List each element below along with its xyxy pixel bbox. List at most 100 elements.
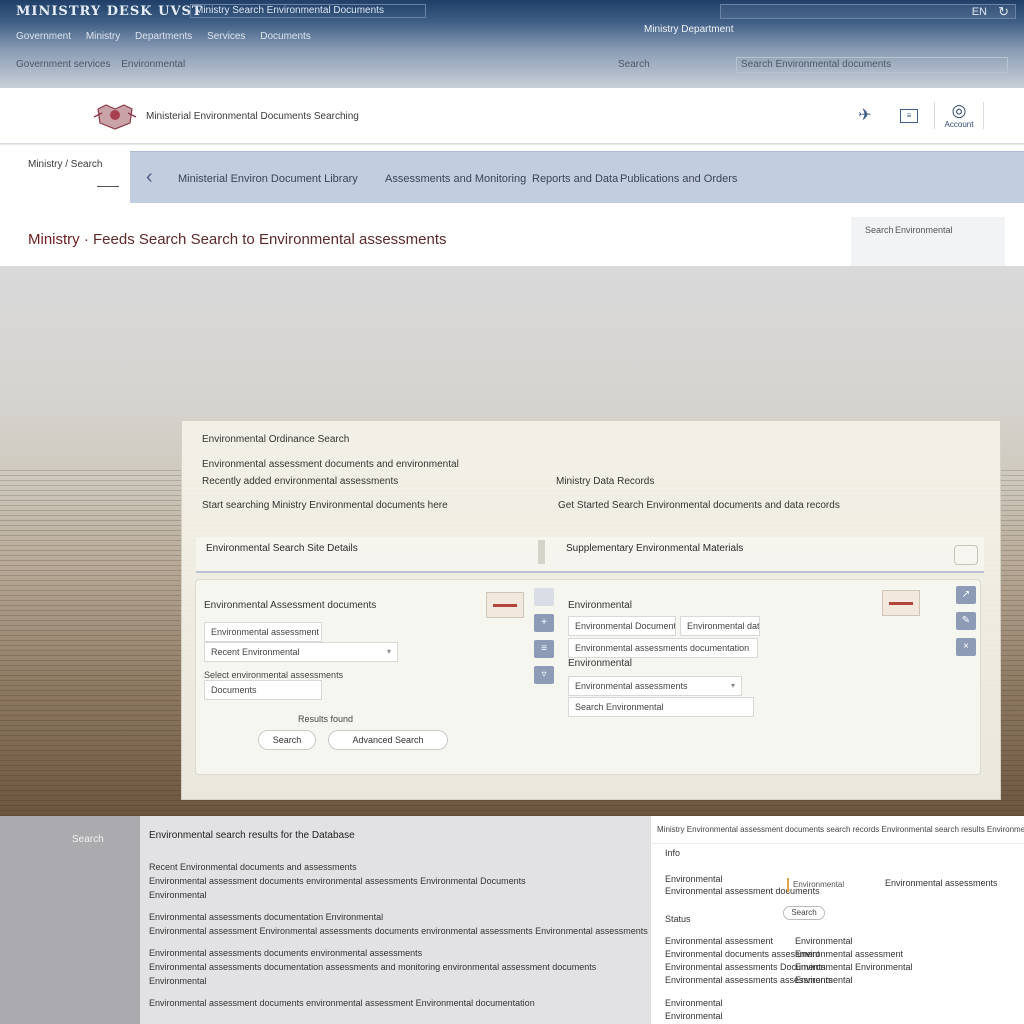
list-icon[interactable]: ≡ [534,640,554,658]
top-search-box[interactable]: EN ↻ [720,4,1016,19]
result-line[interactable]: Environmental assessments documentation … [149,962,596,972]
menu-item[interactable]: Services [207,31,245,42]
detail-col-b: Environmental [795,936,853,946]
result-line[interactable]: Environmental [149,890,207,900]
add-icon[interactable]: + [534,614,554,632]
navigation-area: Ministry / Search ‹ Ministerial Environ … [0,145,1024,209]
left-field-2[interactable]: Recent Environmental ▾ [204,642,398,662]
breadcrumb-underline [97,173,119,187]
side-tab-label: Search [865,225,894,235]
detail-status-label: Status [665,914,691,924]
left-field-1[interactable]: Environmental assessment documents [204,622,322,642]
left-field-3-label: Select environmental assessments [204,670,344,680]
panel-text: Ministry Data Records [556,476,655,487]
search-panel: Environmental Ordinance Search Environme… [181,420,1001,800]
toolbar-spacer [534,588,554,606]
menu-item[interactable]: Environmental [121,59,185,70]
page-title-subtitle: Feeds Search Search to Environmental ass… [93,231,447,248]
detail-col-b: Environmental assessment [795,949,904,959]
detail-extra: Environmental assessments [885,878,998,888]
nav-item-library[interactable]: Ministerial Environ Document Library [178,173,358,185]
tab-supplementary[interactable]: Supplementary Environmental Materials [566,543,743,554]
detail-col-a: Environmental assessment [665,936,774,946]
menu-item[interactable]: Government services [16,59,110,70]
right-field-3[interactable]: Environmental assessments ▾ [568,676,742,696]
edit-icon[interactable]: ✎ [956,612,976,630]
search-button[interactable]: Search [258,730,316,750]
left-toolbar: + ≡ ▿ [534,588,554,692]
results-count: Results found [298,714,354,724]
user-icon: ◎ [951,101,967,120]
footer-sidebar: Search [0,816,140,1024]
panel-text: Environmental assessment documents and e… [202,459,459,470]
secondary-menu: Government services Environmental [16,59,193,70]
result-line[interactable]: Environmental assessments documents envi… [149,948,422,958]
top-menu: Government Ministry Departments Services… [16,31,319,42]
tab-divider [538,540,545,564]
arrow-icon[interactable]: ↗ [956,586,976,604]
menu-item[interactable]: Government [16,31,71,42]
page-title: Ministry · Feeds Search Search to Enviro… [28,231,447,248]
right-toolbar: ↗ ✎ × [956,586,976,664]
panel-text: Recently added environmental assessments [202,476,399,487]
page-title-main: Ministry [28,231,80,248]
secondary-search-input[interactable]: Search Environmental documents [736,57,1008,73]
side-tab[interactable]: Search Environmental [851,217,1005,266]
filter-icon[interactable]: ▿ [534,666,554,684]
result-line[interactable]: Environmental assessment documents envir… [149,998,535,1008]
title-separator: · [83,231,94,248]
close-icon[interactable]: × [956,638,976,656]
right-field-1[interactable]: Environmental Documents [568,616,676,636]
nav-item-assessments[interactable]: Assessments and Monitoring [385,173,526,185]
side-tab-value: Environmental [895,225,953,235]
nav-item-publications[interactable]: Publications and Orders [620,173,737,185]
address-bar[interactable]: Ministry Search Environmental Documents [190,4,426,18]
tab-site-details[interactable]: Environmental Search Site Details [206,543,358,554]
chevron-down-icon: ▾ [730,681,735,690]
breadcrumb[interactable]: Ministry / Search [28,159,102,170]
left-form-label: Environmental Assessment documents [204,600,377,611]
nav-item-reports[interactable]: Reports and Data [532,173,618,185]
result-line[interactable]: Recent Environmental documents and asses… [149,862,357,872]
site-name: Ministerial Environmental Documents Sear… [146,111,359,122]
results-heading: Environmental search results for the Dat… [149,830,355,841]
expand-icon[interactable] [954,545,978,565]
account-button[interactable]: ◎ Account [934,102,984,129]
detail-search-button[interactable]: Search [783,906,825,920]
left-field-2-value: Recent Environmental [211,647,300,657]
department-link[interactable]: Ministry Department [644,24,733,35]
right-field-3-value: Environmental assessments [575,681,688,691]
advanced-search-button[interactable]: Advanced Search [328,730,448,750]
detail-col-c: Environmental [665,998,723,1008]
browser-chrome: MINISTRY DESK UVST Ministry Search Envir… [0,0,1024,88]
stamp-icon [486,592,524,618]
search-tabs: Environmental Search Site Details Supple… [196,537,984,573]
detail-info-label: Info [665,848,681,858]
footer-sidebar-label[interactable]: Search [72,834,104,845]
site-header: Ministerial Environmental Documents Sear… [0,88,1024,144]
result-line[interactable]: Environmental assessment documents envir… [149,876,526,886]
result-line[interactable]: Environmental assessments documentation … [149,912,383,922]
plane-icon[interactable]: ✈ [854,106,876,126]
search-link[interactable]: Search [618,59,650,70]
right-field-1-extra[interactable]: Environmental data [680,616,760,636]
result-line[interactable]: Environmental assessment Environmental a… [149,926,648,936]
results-list: Environmental search results for the Dat… [140,816,650,1024]
right-field-4[interactable]: Search Environmental [568,697,754,717]
main-nav: ‹ Ministerial Environ Document Library A… [130,151,1024,203]
chevron-down-icon: ▾ [386,647,391,656]
menu-item[interactable]: Departments [135,31,192,42]
detail-pane: Ministry Environmental assessment docume… [650,816,1024,1024]
language-selector[interactable]: EN [972,5,987,19]
stamp-icon [882,590,920,616]
detail-col-b: Environmental Environmental [795,962,913,972]
document-icon[interactable]: ≡ [900,109,918,123]
chevron-left-icon[interactable]: ‹ [146,166,153,189]
right-field-2[interactable]: Environmental assessments documentation [568,638,758,658]
menu-item[interactable]: Documents [260,31,311,42]
left-field-3[interactable]: Documents [204,680,322,700]
refresh-icon[interactable]: ↻ [998,4,1009,20]
menu-item[interactable]: Ministry [86,31,120,42]
result-line[interactable]: Environmental [149,976,207,986]
detail-field[interactable]: Environmental [787,878,877,892]
